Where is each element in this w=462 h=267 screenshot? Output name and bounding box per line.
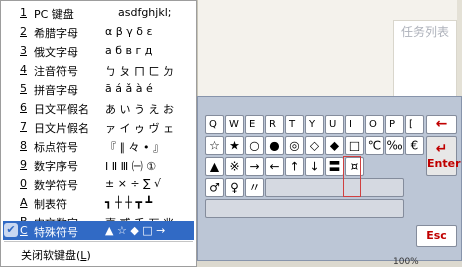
menu-item-katakana[interactable]: 7 日文片假名 ァ イ ゥ ヴ ェ <box>3 117 194 136</box>
key-symbol[interactable]: ☆ <box>205 136 224 155</box>
key-r[interactable]: R <box>265 115 284 134</box>
key-symbol[interactable]: ▲ <box>205 157 224 176</box>
menu-item-russian[interactable]: 3 俄文字母 а б в г д <box>3 41 194 60</box>
key-symbol[interactable]: → <box>245 157 264 176</box>
key-symbol[interactable]: € <box>405 136 424 155</box>
key-symbol[interactable]: 〃 <box>245 178 264 197</box>
enter-arrow-icon: ↵ <box>435 141 448 157</box>
zoom-level[interactable]: 100% <box>393 257 419 267</box>
key-symbol[interactable]: ★ <box>225 136 244 155</box>
window-scroll-edge <box>457 0 462 96</box>
key-space-bar[interactable] <box>205 199 404 218</box>
background-document-window: 任务列表 <box>197 0 462 97</box>
key-symbol[interactable]: ‰ <box>385 136 404 155</box>
key-symbol[interactable]: ◎ <box>285 136 304 155</box>
key-w[interactable]: W <box>225 115 244 134</box>
key-symbol[interactable]: ◆ <box>325 136 344 155</box>
key-i[interactable]: I <box>345 115 364 134</box>
key-symbol[interactable]: □ <box>345 136 364 155</box>
key-symbol[interactable]: ↑ <box>285 157 304 176</box>
key-symbol[interactable]: ↓ <box>305 157 324 176</box>
key-open-bracket[interactable]: [ <box>405 115 424 134</box>
menu-item-number-sequence[interactable]: 9 数字序号 Ⅰ Ⅱ Ⅲ ㈠ ① <box>3 155 194 174</box>
key-q[interactable]: Q <box>205 115 224 134</box>
key-backspace[interactable]: ← <box>426 115 457 134</box>
menu-item-hiragana[interactable]: 6 日文平假名 あ い う え お <box>3 98 194 117</box>
key-o[interactable]: O <box>365 115 384 134</box>
menu-item-special-symbols[interactable]: ✔ C 特殊符号 ▲ ☆ ◆ □ → <box>3 221 194 240</box>
menu-item-pinyin[interactable]: 5 拼音字母 ā á ǎ à é <box>3 79 194 98</box>
menu-item-greek[interactable]: 2 希腊字母 α β γ δ ε <box>3 22 194 41</box>
key-esc[interactable]: Esc <box>416 225 457 247</box>
key-symbol[interactable]: ♀ <box>225 178 244 197</box>
key-y[interactable]: Y <box>305 115 324 134</box>
menu-item-zhuyin[interactable]: 4 注音符号 ㄅ ㄆ ㄇ ㄈ ㄉ <box>3 60 194 79</box>
key-highlight-box <box>343 156 361 197</box>
menu-item-pc-keyboard[interactable]: 1 PC 键盘 asdfghjkl; <box>3 3 194 22</box>
key-space[interactable] <box>265 178 404 197</box>
soft-keyboard-menu: 1 PC 键盘 asdfghjkl; 2 希腊字母 α β γ δ ε 3 俄文… <box>0 0 197 267</box>
key-enter[interactable]: Enter ↵ <box>426 136 461 176</box>
close-soft-keyboard-item[interactable]: 关闭软键盘(L) <box>21 247 91 263</box>
key-p[interactable]: P <box>385 115 404 134</box>
key-e[interactable]: E <box>245 115 264 134</box>
status-bar: 100% <box>197 257 462 267</box>
key-t[interactable]: T <box>285 115 304 134</box>
menu-item-punctuation[interactable]: 8 标点符号 『 ∥ 々 • 』 <box>3 136 194 155</box>
menu-separator <box>4 241 193 242</box>
key-symbol[interactable]: 〓 <box>325 157 344 176</box>
key-symbol[interactable]: ← <box>265 157 284 176</box>
menu-item-math-symbols[interactable]: 0 数学符号 ± × ÷ ∑ √ <box>3 174 194 193</box>
checkmark-icon: ✔ <box>4 223 18 237</box>
soft-keyboard: Q W E R T Y U I O P [ ← ☆ ★ ○ ● ◎ ◇ ◆ □ … <box>197 96 462 261</box>
key-symbol[interactable]: ○ <box>245 136 264 155</box>
task-list-title: 任务列表 <box>400 25 449 39</box>
key-symbol[interactable]: ● <box>265 136 284 155</box>
task-list-panel[interactable]: 任务列表 <box>393 20 457 97</box>
key-symbol[interactable]: ℃ <box>365 136 384 155</box>
key-symbol[interactable]: ◇ <box>305 136 324 155</box>
key-symbol[interactable]: ※ <box>225 157 244 176</box>
menu-item-box-drawing[interactable]: A 制表符 ┓ ┼ ┼ ┳ ┻ <box>3 193 194 212</box>
backspace-arrow-icon: ← <box>435 116 448 132</box>
key-u[interactable]: U <box>325 115 344 134</box>
key-symbol[interactable]: ♂ <box>205 178 224 197</box>
